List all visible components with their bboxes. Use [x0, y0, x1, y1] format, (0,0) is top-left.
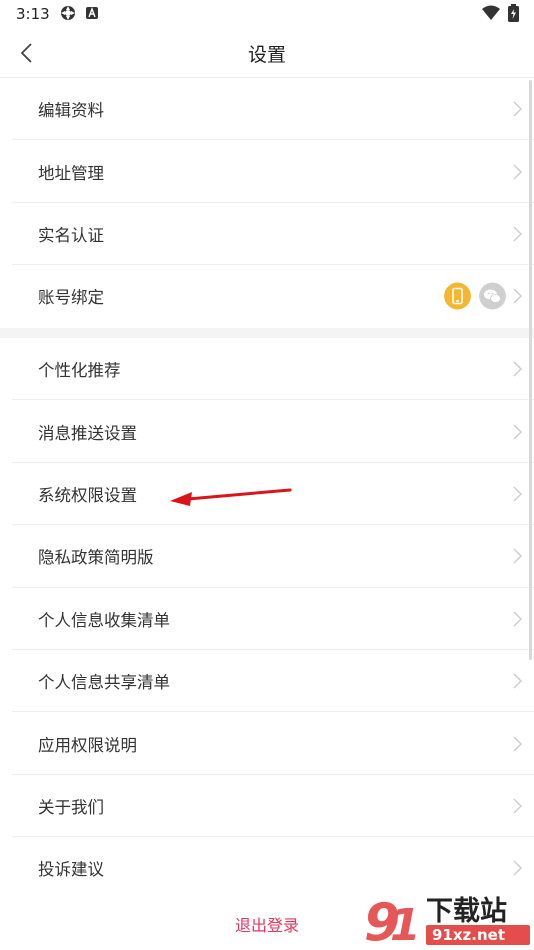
chevron-right-icon [513, 860, 522, 876]
settings-item-label: 实名认证 [38, 225, 104, 245]
settings-item-label: 账号绑定 [38, 288, 104, 308]
chevron-right-icon [513, 548, 522, 564]
chevron-right-icon [513, 798, 522, 814]
chevron-right-icon [513, 288, 522, 304]
settings-item-about-us[interactable]: 关于我们 [0, 775, 534, 838]
chevron-right-icon [513, 164, 522, 180]
page-title: 设置 [247, 44, 286, 66]
settings-group-account: 编辑资料 地址管理 实名认证 账号绑定 [0, 78, 534, 328]
phone-icon [444, 282, 471, 310]
status-bar: 3:13 [0, 0, 534, 28]
settings-item-system-permissions[interactable]: 系统权限设置 [0, 463, 534, 526]
chevron-right-icon [513, 673, 522, 689]
settings-item-label: 个性化推荐 [38, 361, 121, 381]
sync-icon [61, 6, 75, 20]
settings-item-personalized-recommendation[interactable]: 个性化推荐 [0, 338, 534, 401]
settings-item-label: 应用权限说明 [38, 735, 137, 755]
settings-item-label: 隐私政策简明版 [38, 548, 154, 568]
notification-a-icon [86, 7, 98, 19]
settings-item-push-notifications[interactable]: 消息推送设置 [0, 400, 534, 464]
binding-badges [444, 282, 506, 310]
chevron-right-icon [513, 226, 522, 242]
settings-item-label: 个人信息收集清单 [38, 610, 170, 630]
chevron-right-icon [513, 736, 522, 752]
nav-bar: 设置 [0, 28, 534, 78]
settings-item-label: 个人信息共享清单 [38, 673, 170, 693]
chevron-right-icon [513, 361, 522, 377]
chevron-right-icon [513, 101, 522, 117]
scrollbar[interactable] [529, 80, 532, 660]
chevron-right-icon [513, 486, 522, 502]
settings-item-account-binding[interactable]: 账号绑定 [0, 265, 534, 327]
settings-item-app-permissions[interactable]: 应用权限说明 [0, 712, 534, 776]
settings-item-label: 编辑资料 [38, 101, 104, 121]
settings-group-privacy: 个性化推荐 消息推送设置 系统权限设置 隐私政策简明版 个人信息收集清单 个人信… [0, 338, 534, 900]
logout-button[interactable]: 退出登录 [0, 912, 534, 942]
chevron-right-icon [513, 424, 522, 440]
settings-item-edit-profile[interactable]: 编辑资料 [0, 78, 534, 141]
settings-item-label: 消息推送设置 [38, 423, 137, 443]
status-time: 3:13 [16, 5, 50, 23]
wifi-icon [482, 5, 500, 20]
settings-item-label: 系统权限设置 [38, 485, 137, 505]
settings-item-label: 投诉建议 [38, 860, 104, 880]
settings-item-privacy-policy-brief[interactable]: 隐私政策简明版 [0, 525, 534, 588]
settings-item-info-sharing-list[interactable]: 个人信息共享清单 [0, 650, 534, 713]
section-separator [0, 328, 534, 338]
settings-item-feedback[interactable]: 投诉建议 [0, 837, 534, 899]
chevron-right-icon [513, 611, 522, 627]
settings-item-label: 关于我们 [38, 797, 104, 817]
settings-item-info-collection-list[interactable]: 个人信息收集清单 [0, 588, 534, 651]
settings-item-address[interactable]: 地址管理 [0, 140, 534, 204]
settings-item-real-name[interactable]: 实名认证 [0, 203, 534, 266]
battery-icon [508, 4, 519, 22]
settings-item-label: 地址管理 [38, 163, 104, 183]
wechat-icon [479, 282, 506, 310]
